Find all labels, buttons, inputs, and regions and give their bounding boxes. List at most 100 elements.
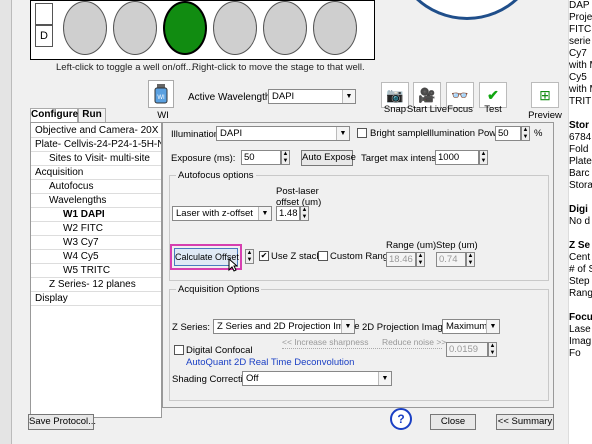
custom-range-checkbox[interactable] <box>318 251 328 261</box>
confocal-spinner[interactable]: ▲ ▼ <box>488 342 497 357</box>
range-label: Range (um) <box>386 240 437 251</box>
tree-item-w5-tritc[interactable]: W5 TRITC <box>31 264 161 278</box>
tab-run[interactable]: Run <box>78 108 106 122</box>
summary-line: Fold <box>569 144 589 155</box>
illumination-select[interactable]: DAPI ▼ <box>216 126 350 141</box>
tree-item-w4-cy5[interactable]: W4 Cy5 <box>31 250 161 264</box>
autofocus-options-group: Autofocus options Post-laser offset (um)… <box>169 170 549 281</box>
tree-item-w3-cy7[interactable]: W3 Cy7 <box>31 236 161 250</box>
shading-correction-select[interactable]: Off ▼ <box>242 371 392 386</box>
custom-range-label: Custom Range <box>330 251 394 262</box>
auto-expose-button[interactable]: Auto Expose <box>301 150 356 166</box>
percent-label: % <box>534 128 543 139</box>
projection-image-label: 2D Projection Image: <box>362 322 451 333</box>
active-wavelength-label: Active Wavelength <box>188 92 271 103</box>
confocal-value-input[interactable]: 0.0159 <box>446 342 488 357</box>
svg-text:WI: WI <box>157 95 165 101</box>
summary-line: with M <box>569 60 592 71</box>
well[interactable] <box>263 1 307 55</box>
tree-item-plate[interactable]: Plate- Cellvis-24-P24-1-5H-N-v <box>31 138 161 152</box>
stage-preview[interactable] <box>392 0 542 20</box>
help-icon[interactable]: ? <box>390 408 412 430</box>
summary-line <box>569 228 592 240</box>
calc-offset-spinner[interactable]: ▲ ▼ <box>245 249 254 264</box>
digital-confocal-checkbox[interactable] <box>174 345 184 355</box>
summary-line: DAP <box>569 0 590 11</box>
save-protocol-button[interactable]: Save Protocol... <box>28 414 96 430</box>
well[interactable] <box>313 1 357 55</box>
tree-item-w1-dapi[interactable]: W1 DAPI <box>31 208 161 222</box>
tree-item-w2-fitc[interactable]: W2 FITC <box>31 222 161 236</box>
summary-line: Plate <box>569 156 592 167</box>
tree-item-acquisition[interactable]: Acquisition <box>31 166 161 180</box>
chevron-down-icon: ▼ <box>258 207 271 220</box>
protocol-summary-panel: DAPProjeFITCserieCy7with MCy5with MTRIT … <box>568 0 592 444</box>
summary-line: Z Se <box>569 240 591 251</box>
exposure-label: Exposure (ms): <box>171 153 236 164</box>
summary-line: with M <box>569 84 592 95</box>
tree-item-display[interactable]: Display <box>31 292 161 306</box>
target-max-intensity-spinner[interactable]: ▲ ▼ <box>479 150 488 165</box>
summary-line: Fo <box>569 348 581 359</box>
use-z-stack-checkbox[interactable]: ✔ <box>259 251 269 261</box>
post-laser-offset-label: Post-laser offset (um) <box>276 186 322 208</box>
autofocus-options-title: Autofocus options <box>176 170 256 181</box>
tree-item-objective[interactable]: Objective and Camera- 20X Wa <box>31 124 161 138</box>
summary-line: Step <box>569 276 590 287</box>
tab-configure[interactable]: Configure <box>30 108 78 122</box>
z-series-select[interactable]: Z Series and 2D Projection Image ▼ <box>213 319 360 334</box>
chevron-down-icon: ▼ <box>336 127 349 140</box>
close-button[interactable]: Close <box>430 414 476 430</box>
summary-line: Digi <box>569 204 588 215</box>
post-laser-offset-spinner[interactable]: ▲ ▼ <box>300 206 309 221</box>
chevron-down-icon: ▼ <box>378 372 391 385</box>
row-label-c <box>35 3 53 25</box>
summary-line: Stora <box>569 180 592 191</box>
start-live-label: Start Live <box>406 104 448 115</box>
post-laser-offset-input[interactable]: 1.48 <box>276 206 300 221</box>
illumination-power-spinner[interactable]: ▲ ▼ <box>521 126 530 141</box>
exposure-spinner[interactable]: ▲ ▼ <box>281 150 290 165</box>
well[interactable] <box>113 1 157 55</box>
tree-item-autofocus[interactable]: Autofocus <box>31 180 161 194</box>
confocal-slider[interactable] <box>282 348 442 349</box>
window-border <box>0 0 12 444</box>
test-label: Test <box>484 104 502 115</box>
mouse-cursor-icon <box>228 257 239 275</box>
well[interactable] <box>213 1 257 55</box>
active-wavelength-select[interactable]: DAPI ▼ <box>268 89 356 104</box>
preview-icon[interactable]: ⊞ <box>531 82 559 108</box>
tree-item-wavelengths[interactable]: Wavelengths <box>31 194 161 208</box>
bright-sample-checkbox[interactable] <box>357 128 367 138</box>
tree-item-z-series[interactable]: Z Series- 12 planes <box>31 278 161 292</box>
summary-line: Proje <box>569 12 592 23</box>
focus-label: Focus <box>447 104 473 115</box>
step-input[interactable]: 0.74 <box>436 252 466 267</box>
well[interactable] <box>63 1 107 55</box>
wavelength-settings-panel: Illumination: DAPI ▼ Bright sample Illumi… <box>162 122 554 408</box>
summary-line: Lase <box>569 324 591 335</box>
projection-image-select[interactable]: Maximum ▼ <box>442 319 500 334</box>
well-selected[interactable] <box>163 1 207 55</box>
summary-line: Imag <box>569 336 592 347</box>
summary-line: FITC <box>569 24 592 35</box>
journal-window: D Left-click to toggle a well on/off... … <box>0 0 592 444</box>
digital-confocal-label: Digital Confocal <box>186 345 253 356</box>
range-input[interactable]: 18.46 <box>386 252 416 267</box>
illumination-power-input[interactable]: 50 <box>495 126 521 141</box>
wi-status-icon[interactable]: WI <box>148 80 174 108</box>
autofocus-method-select[interactable]: Laser with z-offset ▼ <box>172 206 272 221</box>
chevron-down-icon: ▼ <box>341 320 354 333</box>
plate-hint-left: Left-click to toggle a well on/off... <box>56 62 194 73</box>
summary-line: serie <box>569 36 591 47</box>
summary-button[interactable]: << Summary <box>496 414 554 430</box>
step-spinner[interactable]: ▲ ▼ <box>466 252 475 267</box>
target-max-intensity-input[interactable]: 1000 <box>435 150 479 165</box>
exposure-input[interactable]: 50 <box>241 150 281 165</box>
step-label: Step (um) <box>436 240 478 251</box>
summary-line: Rang <box>569 288 592 299</box>
tree-item-sites[interactable]: Sites to Visit- multi-site <box>31 152 161 166</box>
autoquant-link[interactable]: AutoQuant 2D Real Time Deconvolution <box>186 357 354 368</box>
summary-line: Stor <box>569 120 589 131</box>
range-spinner[interactable]: ▲ ▼ <box>416 252 425 267</box>
